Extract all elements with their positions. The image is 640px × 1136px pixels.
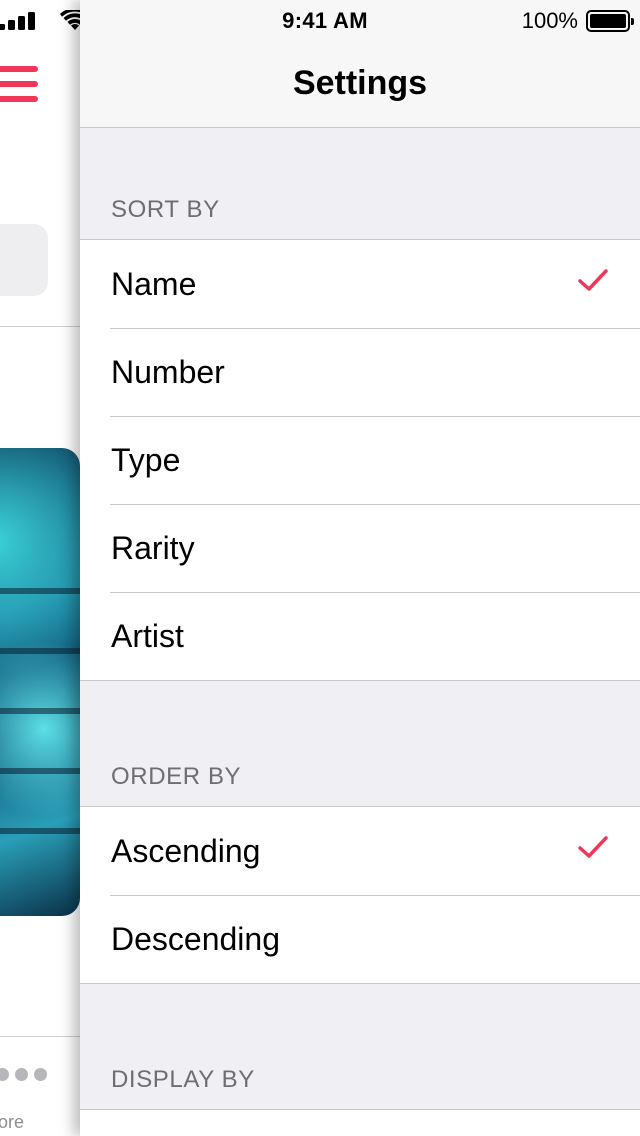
battery-status: 100% — [521, 8, 634, 34]
hamburger-menu-icon[interactable] — [0, 66, 38, 102]
section-header-display-by: DISPLAY BY — [111, 1066, 255, 1093]
status-time: 9:41 AM — [282, 8, 368, 33]
option-label: Artist — [111, 618, 184, 654]
checkmark-icon — [578, 836, 608, 858]
option-label: Ascending — [111, 833, 261, 869]
option-label: Descending — [111, 921, 280, 957]
option-label: Name — [111, 266, 197, 302]
option-name[interactable]: Name — [80, 240, 640, 328]
option-ascending[interactable]: Ascending — [80, 807, 640, 895]
background-screen: ore — [0, 0, 82, 1136]
option-label: Number — [111, 354, 225, 390]
option-number[interactable]: Number — [80, 328, 640, 416]
display-by-group — [80, 1109, 640, 1136]
settings-sheet: 9:41 AM 100% Settings SORT BY Name Numbe… — [80, 0, 640, 1136]
sort-by-group: Name Number Type Rarity Artist — [80, 239, 640, 681]
option-type[interactable]: Type — [80, 416, 640, 504]
divider — [0, 1036, 82, 1037]
cellular-signal-icon — [0, 12, 35, 30]
search-field-partial[interactable] — [0, 224, 48, 296]
section-header-order-by: ORDER BY — [111, 763, 242, 790]
page-indicator — [0, 1068, 53, 1086]
divider — [0, 326, 82, 327]
more-label-partial: ore — [0, 1112, 25, 1132]
option-label: Type — [111, 442, 181, 478]
section-header-sort-by: SORT BY — [111, 196, 220, 223]
battery-full-icon — [586, 10, 634, 32]
option-descending[interactable]: Descending — [80, 895, 640, 983]
page-title: Settings — [292, 64, 428, 102]
option-label: Rarity — [111, 530, 195, 566]
wifi-icon — [60, 10, 82, 30]
order-by-group: Ascending Descending — [80, 806, 640, 984]
status-bar-left — [0, 8, 82, 32]
card-artwork-image[interactable] — [0, 448, 80, 916]
option-rarity[interactable]: Rarity — [80, 504, 640, 592]
option-artist[interactable]: Artist — [80, 592, 640, 680]
navigation-bar: 9:41 AM 100% Settings — [80, 0, 640, 128]
battery-percent: 100% — [521, 8, 578, 33]
checkmark-icon — [578, 269, 608, 291]
